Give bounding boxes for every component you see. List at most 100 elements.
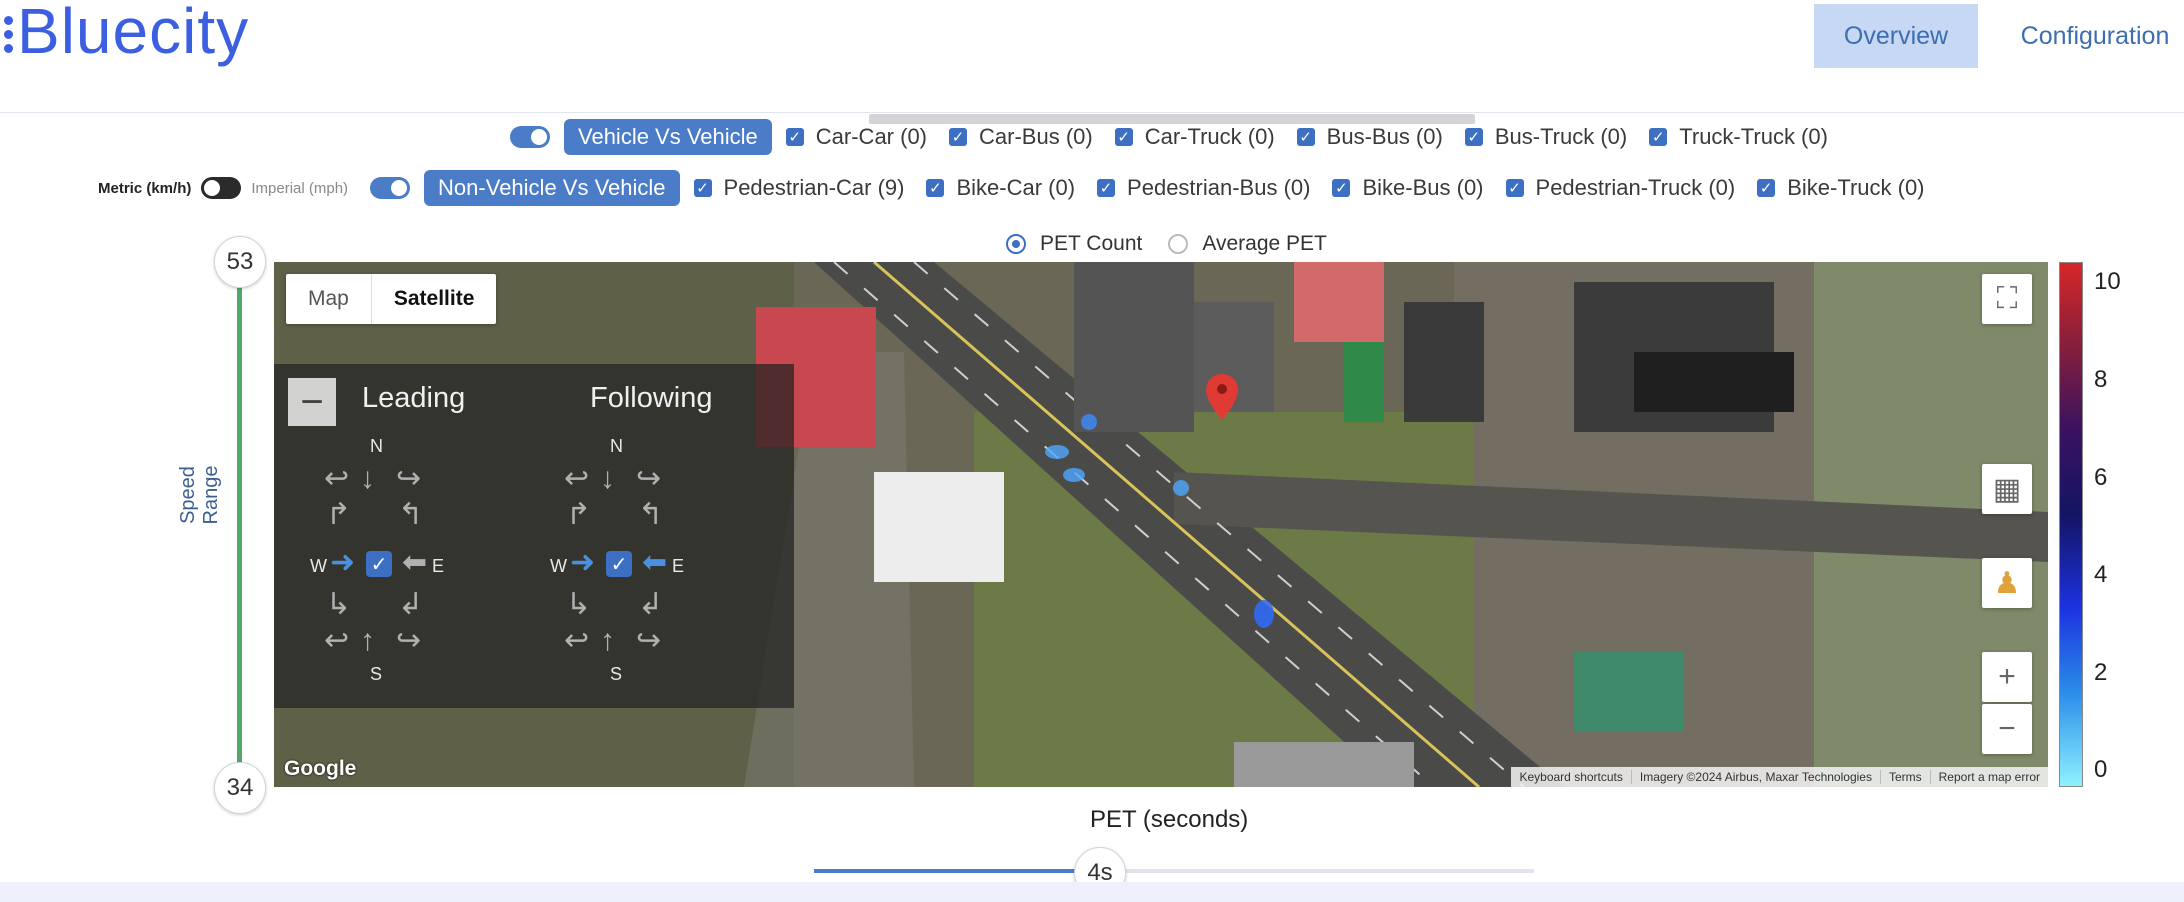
legend-tick: 8 (2094, 366, 2108, 393)
following-arrow-right-icon[interactable]: ➜ (570, 548, 595, 578)
non-vehicle-vs-vehicle-button[interactable]: Non-Vehicle Vs Vehicle (424, 170, 680, 206)
nonvehicle-group-toggle[interactable] (370, 177, 411, 199)
leading-east-label: E (432, 556, 445, 576)
leading-arrow-down-icon[interactable]: ↓ (360, 464, 375, 494)
imagery-credit: Imagery ©2024 Airbus, Maxar Technologies (1630, 770, 1880, 784)
zoom-out-icon[interactable]: − (1982, 704, 2032, 754)
following-arrow-up-icon[interactable]: ↑ (600, 626, 615, 656)
direction-filter-panel: − Leading Following N ↓ ↩ ↪ ↱ ↰ W ➜ ✓ ⬅ … (274, 364, 794, 708)
checkbox-bike-truck[interactable]: ✓ Bike-Truck (0) (1757, 175, 1925, 201)
check-icon[interactable]: ✓ (1464, 128, 1483, 146)
following-arrow-left-icon[interactable]: ⬅ (642, 548, 667, 578)
radio-pet-count[interactable]: PET Count (1006, 232, 1142, 256)
pegman-icon[interactable]: ♟ (1982, 558, 2032, 608)
vehicle-group-toggle[interactable] (510, 126, 550, 148)
checkbox-pedestrian-truck[interactable]: ✓ Pedestrian-Truck (0) (1505, 175, 1735, 201)
satellite-map[interactable]: Map Satellite − Leading Following N ↓ ↩ … (274, 262, 2048, 787)
legend-tick: 10 (2094, 268, 2121, 295)
check-icon[interactable]: ✓ (1332, 179, 1351, 197)
pet-slider-track[interactable] (1100, 869, 1534, 873)
following-arrow-uturn-icon[interactable]: ↪ (636, 464, 661, 494)
map-pin-icon[interactable] (1204, 372, 1240, 422)
nonvehicle-filter-row: Metric (km/h) Imperial (mph) Non-Vehicle… (98, 170, 1947, 206)
checkbox-pedestrian-car[interactable]: ✓ Pedestrian-Car (9) (693, 175, 904, 201)
following-arrow-uturn-icon[interactable]: ↪ (636, 626, 661, 656)
leading-arrow-right-icon[interactable]: ➜ (330, 548, 355, 578)
map-type-satellite[interactable]: Satellite (370, 274, 497, 324)
check-icon[interactable]: ✓ (1114, 128, 1133, 146)
following-arrow-turn-icon[interactable]: ↲ (638, 590, 663, 620)
speed-max-handle[interactable]: 53 (214, 236, 266, 288)
leading-arrow-turn-icon[interactable]: ↰ (398, 500, 423, 530)
checkbox-car-bus[interactable]: ✓ Car-Bus (0) (949, 124, 1093, 150)
check-icon[interactable]: ✓ (949, 128, 968, 146)
check-icon[interactable]: ✓ (1097, 179, 1116, 197)
pet-slider-filled[interactable] (814, 869, 1100, 873)
checkbox-bike-car[interactable]: ✓ Bike-Car (0) (926, 175, 1075, 201)
checkbox-bus-bus[interactable]: ✓ Bus-Bus (0) (1296, 124, 1443, 150)
leading-arrow-turn-icon[interactable]: ↲ (398, 590, 423, 620)
bluecity-logo[interactable]: Bluecity (4, 0, 249, 68)
map-type-map[interactable]: Map (286, 274, 371, 324)
speed-range-label: Speed Range (177, 465, 222, 525)
leading-arrow-uturn-icon[interactable]: ↪ (396, 626, 421, 656)
checkbox-truck-truck[interactable]: ✓ Truck-Truck (0) (1649, 124, 1828, 150)
legend-tick: 4 (2094, 561, 2108, 588)
legend-tick: 0 (2094, 756, 2108, 783)
map-attribution: Keyboard shortcuts Imagery ©2024 Airbus,… (1511, 767, 2048, 787)
checkbox-bus-truck[interactable]: ✓ Bus-Truck (0) (1464, 124, 1627, 150)
leading-arrow-left-icon[interactable]: ⬅ (402, 548, 427, 578)
color-scale-legend (2059, 262, 2083, 787)
following-title: Following (590, 382, 713, 414)
legend-tick: 6 (2094, 464, 2108, 491)
following-east-label: E (672, 556, 685, 576)
check-icon[interactable]: ✓ (926, 179, 945, 197)
check-icon[interactable]: ✓ (1649, 128, 1668, 146)
checkbox-car-truck[interactable]: ✓ Car-Truck (0) (1114, 124, 1275, 150)
map-type-control: Map Satellite (286, 274, 497, 324)
following-arrow-turn-icon[interactable]: ↳ (566, 590, 591, 620)
leading-west-label: W (310, 556, 327, 576)
check-icon[interactable]: ✓ (1296, 128, 1315, 146)
zoom-in-icon[interactable]: + (1982, 652, 2032, 702)
logo-text: Bluecity (17, 0, 250, 67)
checkbox-pedestrian-bus[interactable]: ✓ Pedestrian-Bus (0) (1097, 175, 1310, 201)
check-icon[interactable]: ✓ (1505, 179, 1524, 197)
collapse-panel-button[interactable]: − (288, 378, 336, 426)
report-map-error-link[interactable]: Report a map error (1929, 770, 2048, 784)
following-arrow-turn-icon[interactable]: ↱ (566, 500, 591, 530)
google-logo: Google (284, 757, 357, 780)
units-toggle[interactable] (201, 177, 242, 199)
leading-arrow-uturn-icon[interactable]: ↩ (324, 464, 349, 494)
nav-configuration[interactable]: Configuration (2010, 4, 2180, 68)
following-arrow-down-icon[interactable]: ↓ (600, 464, 615, 494)
keyboard-shortcuts-link[interactable]: Keyboard shortcuts (1511, 770, 1630, 784)
checkbox-car-car[interactable]: ✓ Car-Car (0) (785, 124, 927, 150)
vehicle-filter-row: Vehicle Vs Vehicle ✓ Car-Car (0) ✓ Car-Bus… (510, 119, 1850, 155)
fullscreen-icon[interactable]: ⛶ (1982, 274, 2032, 324)
following-arrow-uturn-icon[interactable]: ↩ (564, 464, 589, 494)
leading-arrow-uturn-icon[interactable]: ↩ (324, 626, 349, 656)
following-arrow-uturn-icon[interactable]: ↩ (564, 626, 589, 656)
following-arrow-turn-icon[interactable]: ↰ (638, 500, 663, 530)
check-icon[interactable]: ✓ (785, 128, 804, 146)
leading-south-label: S (370, 664, 383, 684)
leading-arrow-uturn-icon[interactable]: ↪ (396, 464, 421, 494)
check-icon[interactable]: ✓ (693, 179, 712, 197)
vehicle-vs-vehicle-button[interactable]: Vehicle Vs Vehicle (564, 119, 772, 155)
leading-arrow-turn-icon[interactable]: ↱ (326, 500, 351, 530)
metric-radio-group: PET Count Average PET (1006, 232, 1353, 256)
legend-tick: 2 (2094, 659, 2108, 686)
speed-range-track[interactable] (237, 262, 242, 788)
following-center-checkbox[interactable]: ✓ (606, 551, 632, 577)
leading-center-checkbox[interactable]: ✓ (366, 551, 392, 577)
layers-icon[interactable]: ▦ (1982, 464, 2032, 514)
nav-overview[interactable]: Overview (1814, 4, 1978, 68)
checkbox-bike-bus[interactable]: ✓ Bike-Bus (0) (1332, 175, 1484, 201)
leading-arrow-turn-icon[interactable]: ↳ (326, 590, 351, 620)
terms-link[interactable]: Terms (1879, 770, 1930, 784)
radio-average-pet[interactable]: Average PET (1168, 232, 1327, 256)
leading-arrow-up-icon[interactable]: ↑ (360, 626, 375, 656)
speed-min-handle[interactable]: 34 (214, 762, 266, 814)
check-icon[interactable]: ✓ (1757, 179, 1776, 197)
